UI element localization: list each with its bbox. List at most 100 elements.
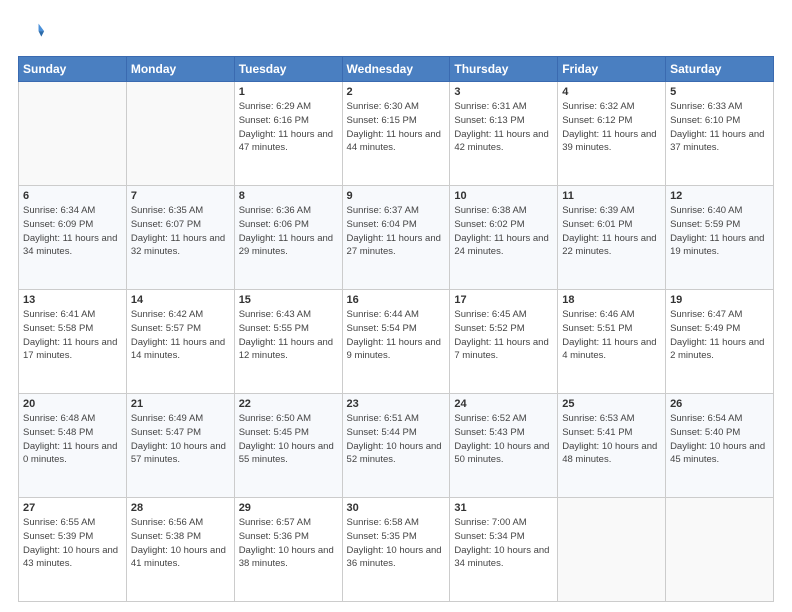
col-header-friday: Friday — [558, 57, 666, 82]
calendar-cell: 26 Sunrise: 6:54 AM Sunset: 5:40 PM Dayli… — [666, 394, 774, 498]
calendar-cell: 24 Sunrise: 6:52 AM Sunset: 5:43 PM Dayli… — [450, 394, 558, 498]
day-info: Sunrise: 6:30 AM Sunset: 6:15 PM Dayligh… — [347, 100, 446, 155]
calendar-cell: 12 Sunrise: 6:40 AM Sunset: 5:59 PM Dayli… — [666, 186, 774, 290]
calendar-cell: 21 Sunrise: 6:49 AM Sunset: 5:47 PM Dayli… — [126, 394, 234, 498]
calendar-cell: 27Sunrise: 6:55 AM Sunset: 5:39 PM Dayli… — [19, 498, 127, 602]
day-info: Sunrise: 6:40 AM Sunset: 5:59 PM Dayligh… — [670, 204, 769, 259]
day-number: 3 — [454, 86, 553, 98]
day-number: 27 — [23, 502, 122, 514]
day-info: Sunrise: 6:42 AM Sunset: 5:57 PM Dayligh… — [131, 308, 230, 363]
day-number: 6 — [23, 190, 122, 202]
day-number: 13 — [23, 294, 122, 306]
day-info: Sunrise: 6:45 AM Sunset: 5:52 PM Dayligh… — [454, 308, 553, 363]
day-info: Sunrise: 6:46 AM Sunset: 5:51 PM Dayligh… — [562, 308, 661, 363]
day-number: 17 — [454, 294, 553, 306]
col-header-sunday: Sunday — [19, 57, 127, 82]
day-number: 5 — [670, 86, 769, 98]
calendar-cell: 10Sunrise: 6:38 AM Sunset: 6:02 PM Dayli… — [450, 186, 558, 290]
calendar-cell: 13Sunrise: 6:41 AM Sunset: 5:58 PM Dayli… — [19, 290, 127, 394]
day-info: Sunrise: 6:50 AM Sunset: 5:45 PM Dayligh… — [239, 412, 338, 467]
calendar-cell: 28 Sunrise: 6:56 AM Sunset: 5:38 PM Dayli… — [126, 498, 234, 602]
day-number: 14 — [131, 294, 230, 306]
calendar-cell: 8 Sunrise: 6:36 AM Sunset: 6:06 PM Daylig… — [234, 186, 342, 290]
day-info: Sunrise: 6:57 AM Sunset: 5:36 PM Dayligh… — [239, 516, 338, 571]
calendar-week-3: 13Sunrise: 6:41 AM Sunset: 5:58 PM Dayli… — [19, 290, 774, 394]
day-number: 25 — [562, 398, 661, 410]
day-number: 26 — [670, 398, 769, 410]
calendar-cell: 3 Sunrise: 6:31 AM Sunset: 6:13 PM Daylig… — [450, 82, 558, 186]
day-info: Sunrise: 6:51 AM Sunset: 5:44 PM Dayligh… — [347, 412, 446, 467]
calendar-cell: 22 Sunrise: 6:50 AM Sunset: 5:45 PM Dayli… — [234, 394, 342, 498]
day-info: Sunrise: 6:52 AM Sunset: 5:43 PM Dayligh… — [454, 412, 553, 467]
calendar-cell — [126, 82, 234, 186]
day-number: 24 — [454, 398, 553, 410]
calendar-cell: 29Sunrise: 6:57 AM Sunset: 5:36 PM Dayli… — [234, 498, 342, 602]
day-number: 1 — [239, 86, 338, 98]
day-number: 22 — [239, 398, 338, 410]
calendar-week-5: 27Sunrise: 6:55 AM Sunset: 5:39 PM Dayli… — [19, 498, 774, 602]
day-number: 31 — [454, 502, 553, 514]
col-header-tuesday: Tuesday — [234, 57, 342, 82]
day-info: Sunrise: 6:38 AM Sunset: 6:02 PM Dayligh… — [454, 204, 553, 259]
page: SundayMondayTuesdayWednesdayThursdayFrid… — [0, 0, 792, 612]
calendar-cell: 23 Sunrise: 6:51 AM Sunset: 5:44 PM Dayli… — [342, 394, 450, 498]
day-info: Sunrise: 6:33 AM Sunset: 6:10 PM Dayligh… — [670, 100, 769, 155]
calendar-week-1: 1 Sunrise: 6:29 AM Sunset: 6:16 PM Daylig… — [19, 82, 774, 186]
day-number: 28 — [131, 502, 230, 514]
day-info: Sunrise: 6:36 AM Sunset: 6:06 PM Dayligh… — [239, 204, 338, 259]
calendar-cell: 15 Sunrise: 6:43 AM Sunset: 5:55 PM Dayli… — [234, 290, 342, 394]
day-info: Sunrise: 6:29 AM Sunset: 6:16 PM Dayligh… — [239, 100, 338, 155]
day-info: Sunrise: 6:47 AM Sunset: 5:49 PM Dayligh… — [670, 308, 769, 363]
day-number: 12 — [670, 190, 769, 202]
calendar-cell: 18 Sunrise: 6:46 AM Sunset: 5:51 PM Dayli… — [558, 290, 666, 394]
col-header-monday: Monday — [126, 57, 234, 82]
calendar-week-4: 20 Sunrise: 6:48 AM Sunset: 5:48 PM Dayli… — [19, 394, 774, 498]
day-number: 15 — [239, 294, 338, 306]
day-info: Sunrise: 6:49 AM Sunset: 5:47 PM Dayligh… — [131, 412, 230, 467]
day-number: 8 — [239, 190, 338, 202]
day-info: Sunrise: 6:54 AM Sunset: 5:40 PM Dayligh… — [670, 412, 769, 467]
day-info: Sunrise: 6:32 AM Sunset: 6:12 PM Dayligh… — [562, 100, 661, 155]
day-number: 7 — [131, 190, 230, 202]
day-number: 30 — [347, 502, 446, 514]
calendar-cell: 30 Sunrise: 6:58 AM Sunset: 5:35 PM Dayli… — [342, 498, 450, 602]
calendar-cell: 5 Sunrise: 6:33 AM Sunset: 6:10 PM Daylig… — [666, 82, 774, 186]
calendar-table: SundayMondayTuesdayWednesdayThursdayFrid… — [18, 56, 774, 602]
calendar-cell: 6Sunrise: 6:34 AM Sunset: 6:09 PM Daylig… — [19, 186, 127, 290]
day-info: Sunrise: 6:31 AM Sunset: 6:13 PM Dayligh… — [454, 100, 553, 155]
logo-icon — [18, 18, 46, 46]
calendar-week-2: 6Sunrise: 6:34 AM Sunset: 6:09 PM Daylig… — [19, 186, 774, 290]
day-number: 16 — [347, 294, 446, 306]
calendar-cell: 1 Sunrise: 6:29 AM Sunset: 6:16 PM Daylig… — [234, 82, 342, 186]
header — [18, 18, 774, 46]
calendar-cell — [666, 498, 774, 602]
day-info: Sunrise: 7:00 AM Sunset: 5:34 PM Dayligh… — [454, 516, 553, 571]
calendar-cell: 17 Sunrise: 6:45 AM Sunset: 5:52 PM Dayli… — [450, 290, 558, 394]
calendar-cell: 2 Sunrise: 6:30 AM Sunset: 6:15 PM Daylig… — [342, 82, 450, 186]
day-info: Sunrise: 6:35 AM Sunset: 6:07 PM Dayligh… — [131, 204, 230, 259]
day-number: 23 — [347, 398, 446, 410]
day-info: Sunrise: 6:58 AM Sunset: 5:35 PM Dayligh… — [347, 516, 446, 571]
day-number: 18 — [562, 294, 661, 306]
logo — [18, 18, 50, 46]
calendar-cell: 4Sunrise: 6:32 AM Sunset: 6:12 PM Daylig… — [558, 82, 666, 186]
calendar-cell: 11Sunrise: 6:39 AM Sunset: 6:01 PM Dayli… — [558, 186, 666, 290]
col-header-wednesday: Wednesday — [342, 57, 450, 82]
day-number: 9 — [347, 190, 446, 202]
day-info: Sunrise: 6:48 AM Sunset: 5:48 PM Dayligh… — [23, 412, 122, 467]
calendar-cell: 9 Sunrise: 6:37 AM Sunset: 6:04 PM Daylig… — [342, 186, 450, 290]
day-info: Sunrise: 6:56 AM Sunset: 5:38 PM Dayligh… — [131, 516, 230, 571]
col-header-thursday: Thursday — [450, 57, 558, 82]
day-number: 20 — [23, 398, 122, 410]
day-number: 21 — [131, 398, 230, 410]
calendar-cell: 14 Sunrise: 6:42 AM Sunset: 5:57 PM Dayli… — [126, 290, 234, 394]
day-info: Sunrise: 6:43 AM Sunset: 5:55 PM Dayligh… — [239, 308, 338, 363]
calendar-cell — [558, 498, 666, 602]
calendar-cell: 25Sunrise: 6:53 AM Sunset: 5:41 PM Dayli… — [558, 394, 666, 498]
col-header-saturday: Saturday — [666, 57, 774, 82]
calendar-cell: 16Sunrise: 6:44 AM Sunset: 5:54 PM Dayli… — [342, 290, 450, 394]
day-number: 2 — [347, 86, 446, 98]
day-number: 11 — [562, 190, 661, 202]
day-info: Sunrise: 6:37 AM Sunset: 6:04 PM Dayligh… — [347, 204, 446, 259]
calendar-cell: 19Sunrise: 6:47 AM Sunset: 5:49 PM Dayli… — [666, 290, 774, 394]
